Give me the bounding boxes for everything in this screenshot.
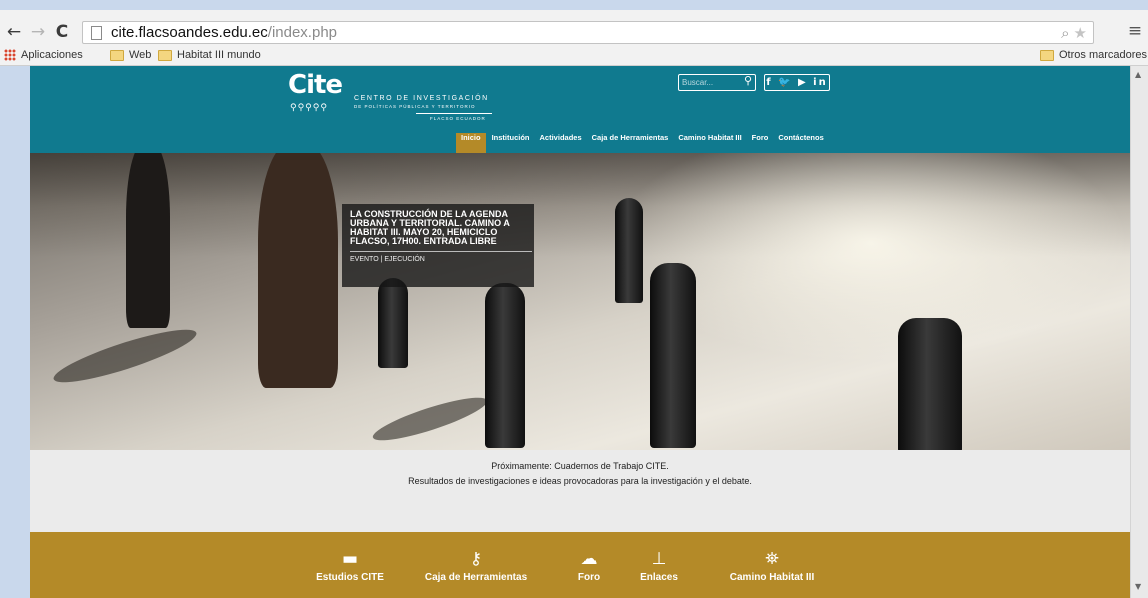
hero-title: LA CONSTRUCCIÓN DE LA AGENDA URBANA Y TE… — [350, 209, 510, 246]
hero-pedestrian — [126, 153, 170, 328]
link-estudios-cite[interactable]: ▬ Estudios CITE — [310, 532, 390, 592]
navigation-row: ← → C cite.flacsoandes.edu.ec/index.php … — [0, 18, 1148, 48]
apps-grid-icon — [4, 49, 16, 62]
wrench-icon: ⚷ — [469, 549, 483, 569]
logo-line-2: DE POLÍTICAS PÚBLICAS Y TERRITORIO — [354, 104, 476, 109]
folder-icon — [110, 49, 124, 61]
hero-caption[interactable]: LA CONSTRUCCIÓN DE LA AGENDA URBANA Y TE… — [342, 204, 534, 287]
page-icon — [91, 26, 102, 40]
link-enlaces[interactable]: ⊥ Enlaces — [634, 532, 684, 592]
announcement-line-2: Resultados de investigaciones e ideas pr… — [408, 476, 752, 486]
address-bar[interactable]: cite.flacsoandes.edu.ec/index.php ⌕ ★ — [82, 21, 1094, 44]
hero-meta: EVENTO | EJECUCIÓN — [350, 256, 425, 263]
bookmark-other-label: Otros marcadores — [1059, 49, 1148, 61]
hero-cyclist — [258, 153, 338, 388]
window-top-band — [0, 0, 1148, 10]
bookmark-habitat[interactable]: Habitat III mundo — [158, 48, 261, 63]
link-label: Enlaces — [640, 572, 678, 583]
hero-bollard — [615, 198, 643, 303]
back-button[interactable]: ← — [4, 21, 24, 43]
logo-line-1: CENTRO DE INVESTIGACIÓN — [354, 95, 489, 102]
hero-bollard — [485, 283, 525, 448]
announcement-section: Próximamente: Cuadernos de Trabajo CITE.… — [30, 450, 1130, 532]
reload-button[interactable]: C — [52, 21, 72, 43]
hero-bollard — [898, 318, 962, 450]
chat-bubble-icon: ☁ — [580, 549, 598, 569]
folder-icon — [1040, 49, 1054, 61]
bookmarks-bar: Aplicaciones Web Habitat III mundo Otros… — [0, 47, 1148, 65]
site-logo[interactable]: Cite ⚲⚲⚲⚲⚲ CENTRO DE INVESTIGACIÓN DE PO… — [288, 70, 492, 121]
bookmark-apps-label: Aplicaciones — [21, 49, 83, 61]
link-foro[interactable]: ☁ Foro — [566, 532, 612, 592]
hero-slider[interactable]: LA CONSTRUCCIÓN DE LA AGENDA URBANA Y TE… — [30, 153, 1130, 450]
hero-shadow — [369, 389, 491, 449]
logo-figures-icon: ⚲⚲⚲⚲⚲ — [290, 103, 328, 113]
website: Cite ⚲⚲⚲⚲⚲ CENTRO DE INVESTIGACIÓN DE PO… — [30, 66, 1130, 598]
logo-divider — [416, 113, 492, 114]
site-header: Cite ⚲⚲⚲⚲⚲ CENTRO DE INVESTIGACIÓN DE PO… — [30, 66, 1130, 157]
link-label: Estudios CITE — [316, 572, 384, 583]
url-host: cite.flacsoandes.edu.ec — [111, 24, 268, 41]
bookmark-web[interactable]: Web — [110, 48, 151, 63]
zoom-icon[interactable]: ⌕ — [1061, 24, 1069, 42]
search-icon[interactable]: ⚲ — [744, 74, 752, 87]
hero-shadow — [49, 320, 201, 392]
link-label: Caja de Herramientas — [424, 572, 528, 583]
scroll-up-icon[interactable]: ▲ — [1135, 70, 1141, 79]
url-path: /index.php — [267, 24, 338, 41]
bookmark-habitat-label: Habitat III mundo — [177, 49, 261, 61]
scroll-down-icon[interactable]: ▼ — [1135, 582, 1141, 591]
url-text[interactable]: cite.flacsoandes.edu.ec/index.php — [111, 24, 337, 42]
omnibox-icons: ⌕ ★ — [1061, 24, 1087, 42]
quick-links-bar: ▬ Estudios CITE ⚷ Caja de Herramientas ☁… — [30, 532, 1130, 598]
browser-menu-icon[interactable]: ≡ — [1126, 20, 1144, 42]
logo-word: Cite — [288, 70, 343, 100]
search-input[interactable] — [682, 76, 742, 89]
announcement-line-1: Próximamente: Cuadernos de Trabajo CITE. — [491, 461, 669, 471]
link-caja-herramientas[interactable]: ⚷ Caja de Herramientas — [418, 532, 534, 592]
hero-caption-divider — [350, 251, 532, 252]
sitemap-icon: ⊥ — [651, 549, 667, 569]
hero-bollard — [650, 263, 696, 448]
logo-line-3: FLACSO ECUADOR — [430, 116, 486, 121]
forward-button[interactable]: → — [28, 21, 48, 43]
bookmark-apps[interactable]: Aplicaciones — [4, 48, 83, 63]
page-scrollbar[interactable]: ▲ ▼ — [1130, 66, 1148, 598]
bookmark-web-label: Web — [129, 49, 152, 61]
browser-chrome: ← → C cite.flacsoandes.edu.ec/index.php … — [0, 0, 1148, 66]
social-icons[interactable]: f 🐦 ▶ in — [764, 74, 830, 91]
presentation-icon: ⛯ — [765, 549, 779, 569]
site-search: ⚲ — [678, 74, 756, 91]
link-label: Foro — [577, 572, 601, 583]
folder-icon: ▬ — [341, 549, 359, 569]
hero-bollard — [378, 278, 408, 368]
folder-icon — [158, 49, 172, 61]
link-camino-habitat[interactable]: ⛯ Camino Habitat III — [714, 532, 830, 592]
bookmark-star-icon[interactable]: ★ — [1074, 24, 1087, 42]
main-menu: Inicio Institución Actividades Caja de Herr… — [456, 127, 830, 157]
bookmark-other[interactable]: Otros marcadores — [1040, 48, 1147, 63]
link-label: Camino Habitat III — [729, 572, 815, 583]
